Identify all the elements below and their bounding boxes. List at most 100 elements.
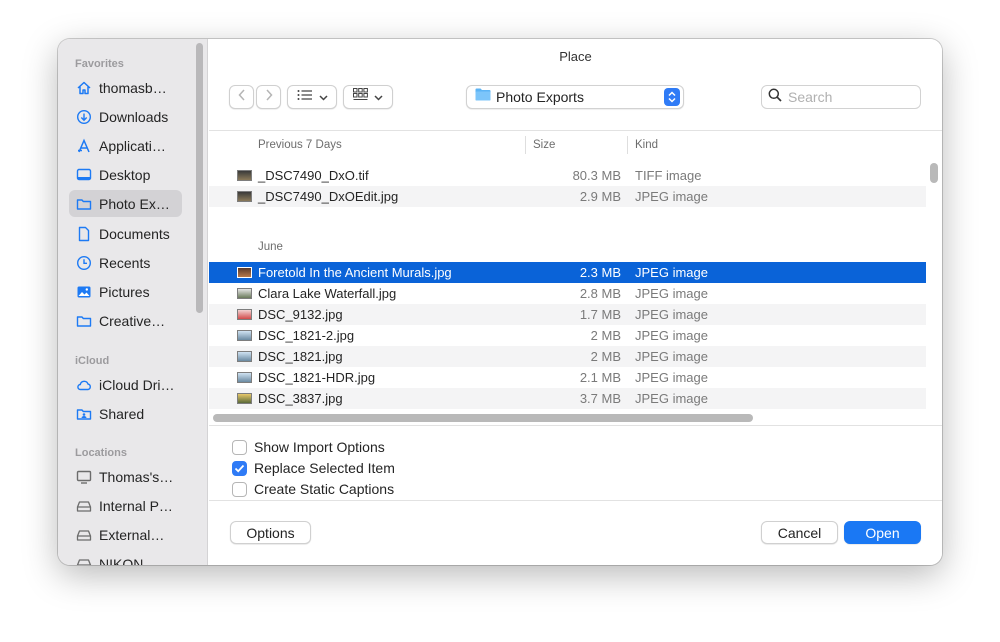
sidebar-item-pictures[interactable]: Pictures [69, 278, 182, 305]
column-header-kind[interactable]: Kind [635, 131, 658, 159]
file-name: DSC_9132.jpg [258, 307, 343, 322]
sidebar-item-internal[interactable]: Internal P… [69, 492, 182, 519]
table-row[interactable]: _DSC7490_DxO.tif 80.3 MB TIFF image [209, 165, 926, 186]
file-size: 3.7 MB [579, 391, 621, 406]
checkbox-checked[interactable] [232, 460, 247, 476]
grid-view-button[interactable] [343, 85, 393, 109]
pictures-icon [76, 284, 92, 300]
cloud-icon [76, 377, 92, 393]
sidebar-item-photo-exports[interactable]: Photo Ex… [69, 190, 182, 217]
search-field[interactable] [761, 85, 921, 109]
sidebar-section-icloud: iCloud [75, 355, 110, 367]
image-thumbnail [237, 372, 252, 383]
sidebar-item-desktop[interactable]: Desktop [69, 161, 182, 188]
create-static-captions-checkbox[interactable]: Create Static Captions [232, 480, 394, 498]
back-button[interactable] [229, 85, 254, 109]
file-size: 2.3 MB [579, 265, 621, 280]
file-size: 1.7 MB [579, 307, 621, 322]
table-row[interactable]: DSC_9132.jpg 1.7 MB JPEG image [209, 304, 926, 325]
sidebar-item-external[interactable]: External… [69, 521, 182, 548]
forward-button[interactable] [256, 85, 281, 109]
column-divider[interactable] [627, 136, 628, 154]
drive-icon [76, 556, 92, 565]
cancel-button[interactable]: Cancel [761, 521, 838, 544]
file-kind: JPEG image [635, 328, 708, 343]
grid-view-icon [353, 88, 368, 106]
file-size: 2 MB [590, 328, 621, 343]
file-name: DSC_1821.jpg [258, 349, 343, 364]
shared-folder-icon [76, 406, 92, 422]
sidebar-item-downloads[interactable]: Downloads [69, 103, 182, 130]
file-name: _DSC7490_DxO.tif [258, 168, 369, 183]
table-row[interactable]: Clara Lake Waterfall.jpg 2.8 MB JPEG ima… [209, 283, 926, 304]
horizontal-scrollbar[interactable] [213, 414, 753, 422]
sidebar-item-label: Thomas's… [99, 468, 174, 485]
table-row[interactable]: DSC_1821-HDR.jpg 2.1 MB JPEG image [209, 367, 926, 388]
file-name: _DSC7490_DxOEdit.jpg [258, 189, 399, 204]
sidebar-item-computer[interactable]: Thomas's… [69, 463, 182, 490]
image-thumbnail [237, 191, 252, 202]
desktop-icon [76, 167, 92, 183]
table-row-selected[interactable]: Foretold In the Ancient Murals.jpg 2.3 M… [209, 262, 926, 283]
sidebar-item-label: iCloud Dri… [99, 376, 175, 393]
main-panel: Place Photo Exports Previous 7 Days [209, 39, 942, 565]
table-row[interactable]: _DSC7490_DxOEdit.jpg 2.9 MB JPEG image [209, 186, 926, 207]
stepper-arrows-icon [664, 88, 680, 106]
footer-divider [209, 500, 942, 501]
drive-icon [76, 498, 92, 514]
document-icon [76, 226, 92, 242]
chevron-down-icon [374, 88, 383, 106]
sidebar-item-shared[interactable]: Shared [69, 400, 182, 427]
file-size: 80.3 MB [572, 168, 621, 183]
sidebar-item-label: External… [99, 526, 165, 543]
home-icon [76, 80, 92, 96]
table-row[interactable]: DSC_1821-2.jpg 2 MB JPEG image [209, 325, 926, 346]
sidebar-item-home[interactable]: thomasb… [69, 74, 182, 101]
file-kind: TIFF image [635, 168, 702, 183]
image-thumbnail [237, 393, 252, 404]
open-button[interactable]: Open [844, 521, 921, 544]
sidebar-scrollbar[interactable] [196, 43, 203, 313]
sidebar-item-creative[interactable]: Creative… [69, 307, 182, 334]
sidebar-item-documents[interactable]: Documents [69, 220, 182, 247]
sidebar-item-applications[interactable]: Applicati… [69, 132, 182, 159]
options-button[interactable]: Options [230, 521, 311, 544]
group-header-june: June [258, 241, 283, 253]
show-import-options-checkbox[interactable]: Show Import Options [232, 438, 385, 456]
drive-icon [76, 527, 92, 543]
sidebar-item-icloud-drive[interactable]: iCloud Dri… [69, 371, 182, 398]
chevron-right-icon [264, 88, 274, 107]
table-row[interactable]: DSC_1821.jpg 2 MB JPEG image [209, 346, 926, 367]
file-kind: JPEG image [635, 391, 708, 406]
file-size: 2 MB [590, 349, 621, 364]
chevron-down-icon [318, 88, 328, 106]
checkmark-icon [234, 460, 245, 476]
folder-location-popup[interactable]: Photo Exports [466, 85, 684, 109]
sidebar-item-label: Desktop [99, 166, 151, 183]
table-row[interactable]: DSC_3837.jpg 3.7 MB JPEG image [209, 388, 926, 409]
column-header-name[interactable]: Previous 7 Days [258, 131, 342, 159]
file-name: Clara Lake Waterfall.jpg [258, 286, 397, 301]
checkbox-unchecked[interactable] [232, 481, 247, 497]
image-thumbnail [237, 170, 252, 181]
file-size: 2.1 MB [579, 370, 621, 385]
file-kind: JPEG image [635, 286, 708, 301]
file-kind: JPEG image [635, 265, 708, 280]
download-icon [76, 109, 92, 125]
folder-icon [475, 88, 491, 106]
vertical-scrollbar[interactable] [930, 163, 938, 183]
search-input[interactable] [788, 89, 908, 105]
list-view-button[interactable] [287, 85, 337, 109]
sidebar-item-nikon[interactable]: NIKON… [69, 550, 182, 565]
replace-selected-item-checkbox[interactable]: Replace Selected Item [232, 459, 395, 477]
checkbox-unchecked[interactable] [232, 439, 247, 455]
sidebar-item-label: Applicati… [99, 137, 166, 154]
image-thumbnail [237, 351, 252, 362]
file-size: 2.8 MB [579, 286, 621, 301]
sidebar-section-favorites: Favorites [75, 58, 124, 70]
sidebar-item-recents[interactable]: Recents [69, 249, 182, 276]
file-kind: JPEG image [635, 349, 708, 364]
sidebar-item-label: NIKON… [99, 555, 158, 566]
column-divider[interactable] [525, 136, 526, 154]
column-header-size[interactable]: Size [533, 131, 555, 159]
